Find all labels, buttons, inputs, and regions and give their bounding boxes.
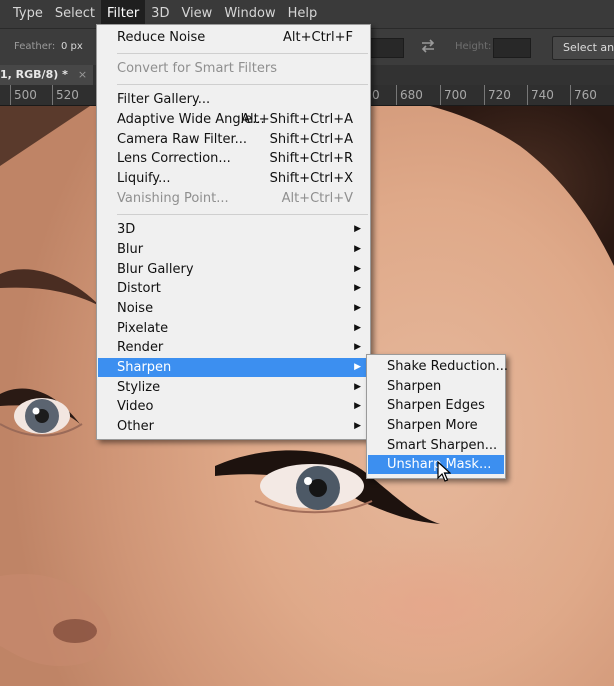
menu-item-label: Blur — [117, 242, 144, 257]
menu-item-label: Video — [117, 399, 154, 414]
ruler-label: 720 — [484, 85, 511, 105]
ruler-label: 0 — [368, 85, 380, 105]
menu-item-sharpen[interactable]: Sharpen ▶ — [98, 358, 369, 377]
menu-item-pixelate[interactable]: Pixelate ▶ — [98, 319, 369, 338]
menu-item-video[interactable]: Video ▶ — [98, 397, 369, 416]
menu-item-label: Smart Sharpen... — [387, 438, 498, 453]
menu-item-label: Blur Gallery — [117, 262, 194, 277]
menu-item-label: Stylize — [117, 380, 161, 395]
menu-separator — [117, 84, 368, 85]
menu-item-shake-reduction[interactable]: Shake Reduction... — [368, 357, 508, 376]
submenu-arrow-icon: ▶ — [354, 401, 361, 411]
submenu-arrow-icon: ▶ — [354, 342, 361, 352]
menu-item-sharpen-edges[interactable]: Sharpen Edges — [368, 396, 504, 415]
shortcut-label: Alt+Shift+Ctrl+A — [241, 112, 353, 127]
filter-menu: Reduce Noise Alt+Ctrl+F Convert for Smar… — [96, 24, 371, 440]
menu-item-unsharp-mask[interactable]: Unsharp Mask... — [368, 455, 504, 474]
document-tab[interactable]: 1, RGB/8) * × — [0, 65, 94, 85]
menu-item-other[interactable]: Other ▶ — [98, 417, 369, 436]
menu-item-adaptive-wide-angle[interactable]: Adaptive Wide Angle... Alt+Shift+Ctrl+A — [98, 110, 369, 129]
menu-item-smart-sharpen[interactable]: Smart Sharpen... — [368, 436, 504, 455]
shortcut-label: Alt+Ctrl+V — [281, 191, 353, 206]
menu-item-label: Noise — [117, 301, 154, 316]
swap-arrows-icon[interactable] — [419, 37, 437, 55]
menu-item-label: Pixelate — [117, 321, 169, 336]
menu-item-stylize[interactable]: Stylize ▶ — [98, 378, 369, 397]
menu-item-sharpen-more[interactable]: Sharpen More — [368, 416, 504, 435]
shortcut-label: Shift+Ctrl+X — [269, 171, 353, 186]
submenu-arrow-icon: ▶ — [354, 362, 361, 372]
submenu-arrow-icon: ▶ — [354, 224, 361, 234]
menu-item-label: Render — [117, 340, 164, 355]
feather-input[interactable]: 0 px — [61, 41, 83, 52]
menu-item-label: Distort — [117, 281, 161, 296]
close-icon[interactable]: × — [78, 65, 87, 85]
menu-item-lens-correction[interactable]: Lens Correction... Shift+Ctrl+R — [98, 149, 369, 168]
select-and-mask-button[interactable]: Select and — [552, 36, 614, 60]
menu-item-blur-gallery[interactable]: Blur Gallery ▶ — [98, 260, 369, 279]
submenu-arrow-icon: ▶ — [354, 303, 361, 313]
menu-item-render[interactable]: Render ▶ — [98, 338, 369, 357]
ruler-label: 740 — [527, 85, 554, 105]
menu-item-label: Shake Reduction... — [387, 359, 509, 374]
menu-item-label: Sharpen — [117, 360, 172, 375]
submenu-arrow-icon: ▶ — [354, 421, 361, 431]
menu-item-label: Sharpen — [387, 379, 442, 394]
menu-item-label: Liquify... — [117, 171, 171, 186]
shortcut-label: Shift+Ctrl+R — [269, 151, 354, 166]
menu-item-label: Convert for Smart Filters — [117, 61, 277, 76]
menu-item-label: 3D — [117, 222, 136, 237]
menu-item-reduce-noise[interactable]: Reduce Noise Alt+Ctrl+F — [98, 28, 369, 47]
menu-item-distort[interactable]: Distort ▶ — [98, 279, 369, 298]
submenu-arrow-icon: ▶ — [354, 382, 361, 392]
feather-label: Feather: — [14, 41, 56, 52]
shortcut-label: Alt+Ctrl+F — [283, 30, 353, 45]
sharpen-submenu: Shake Reduction... Sharpen Sharpen Edges… — [366, 354, 508, 479]
menu-item-3d[interactable]: 3D ▶ — [98, 220, 369, 239]
menu-item-blur[interactable]: Blur ▶ — [98, 240, 369, 259]
menu-separator — [117, 214, 368, 215]
ruler-label: 520 — [52, 85, 79, 105]
ruler-label: 760 — [570, 85, 597, 105]
menu-item-sharpen-filter[interactable]: Sharpen — [368, 377, 504, 396]
menu-item-label: Lens Correction... — [117, 151, 231, 166]
submenu-arrow-icon: ▶ — [354, 323, 361, 333]
menu-item-liquify[interactable]: Liquify... Shift+Ctrl+X — [98, 169, 369, 188]
menu-item-label: Sharpen More — [387, 418, 478, 433]
menu-item-filter-gallery[interactable]: Filter Gallery... — [98, 90, 369, 109]
menu-item-label: Other — [117, 419, 154, 434]
menu-item-label: Filter Gallery... — [117, 92, 211, 107]
submenu-arrow-icon: ▶ — [354, 264, 361, 274]
height-label: Height: — [455, 41, 492, 52]
document-tab-label: 1, RGB/8) * — [0, 68, 68, 81]
menu-item-label: Vanishing Point... — [117, 191, 229, 206]
ruler-label: 700 — [440, 85, 467, 105]
menu-item-convert-for-smart-filters: Convert for Smart Filters — [98, 59, 369, 78]
menu-item-label: Reduce Noise — [117, 30, 206, 45]
menu-item-label: Camera Raw Filter... — [117, 132, 248, 147]
height-input[interactable] — [493, 38, 531, 58]
ruler-label: 680 — [396, 85, 423, 105]
menu-item-camera-raw-filter[interactable]: Camera Raw Filter... Shift+Ctrl+A — [98, 130, 369, 149]
menu-type[interactable]: Type — [7, 0, 49, 28]
shortcut-label: Shift+Ctrl+A — [269, 132, 353, 147]
menu-item-noise[interactable]: Noise ▶ — [98, 299, 369, 318]
submenu-arrow-icon: ▶ — [354, 244, 361, 254]
width-input[interactable] — [370, 38, 404, 58]
mouse-pointer-icon — [437, 460, 452, 487]
menu-select[interactable]: Select — [49, 0, 101, 28]
menu-separator — [117, 53, 368, 54]
menu-item-vanishing-point: Vanishing Point... Alt+Ctrl+V — [98, 189, 369, 208]
submenu-arrow-icon: ▶ — [354, 283, 361, 293]
menu-item-label: Sharpen Edges — [387, 398, 485, 413]
ruler-label: 500 — [10, 85, 37, 105]
